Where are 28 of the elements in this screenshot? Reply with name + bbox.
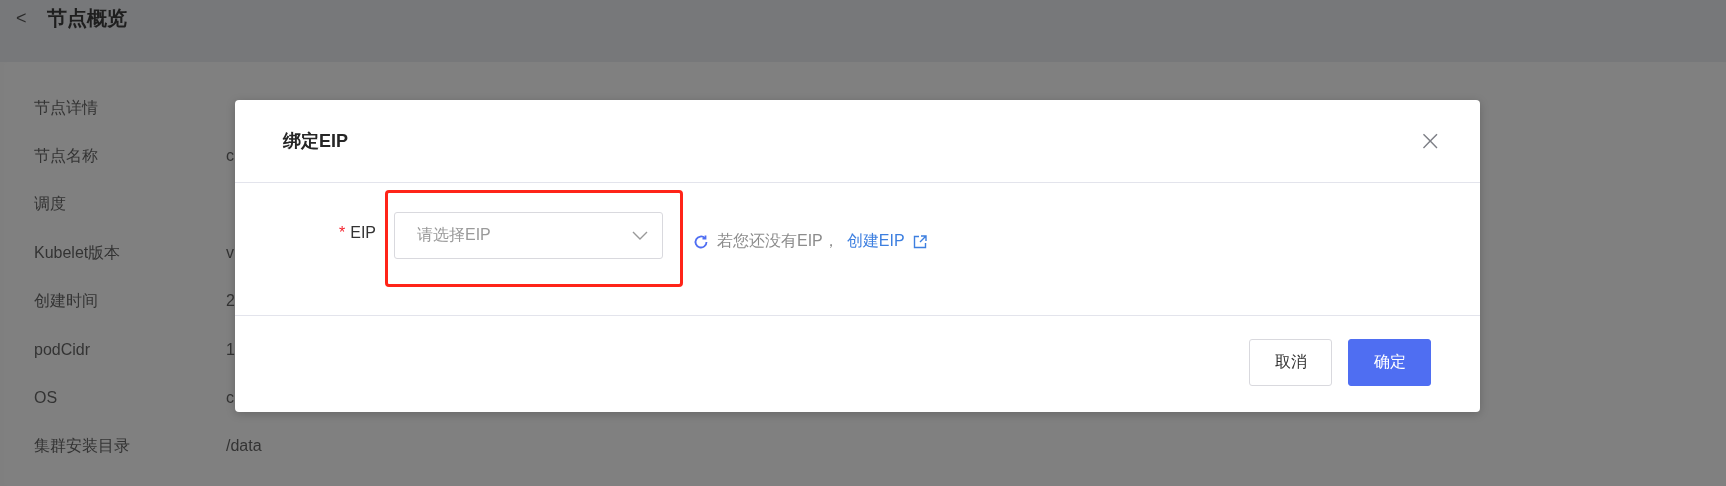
detail-value: 1 [226,340,235,359]
hint-text: 若您还没有EIP， [717,231,839,251]
detail-value: v [226,244,234,263]
detail-label: Kubelet版本 [34,242,122,263]
detail-label: OS [34,388,59,407]
external-link-icon [912,234,927,249]
detail-value: 2 [226,292,235,311]
detail-label: 集群安装目录 [34,435,131,456]
required-mark: * [338,224,346,241]
cancel-button[interactable]: 取消 [1249,338,1332,386]
eip-select[interactable]: 请选择EIP [394,212,663,259]
page-title: 节点概览 [46,5,127,31]
back-button[interactable]: < [14,7,29,29]
detail-label: 调度 [34,194,67,215]
confirm-button[interactable]: 确定 [1348,338,1431,386]
detail-label: 节点详情 [34,97,99,118]
detail-label: 节点名称 [34,145,99,166]
create-eip-link[interactable]: 创建EIP [846,231,927,252]
detail-label: 创建时间 [34,290,99,311]
close-button[interactable]: × [1414,127,1446,155]
refresh-icon[interactable] [693,233,709,250]
detail-value: c [226,388,234,407]
dialog-title: 绑定EIP [283,130,348,153]
chevron-down-icon [632,230,648,241]
detail-value: /data [226,437,262,456]
detail-value: c [226,147,234,166]
field-label: EIP [350,224,376,241]
detail-label: podCidr [34,340,92,359]
